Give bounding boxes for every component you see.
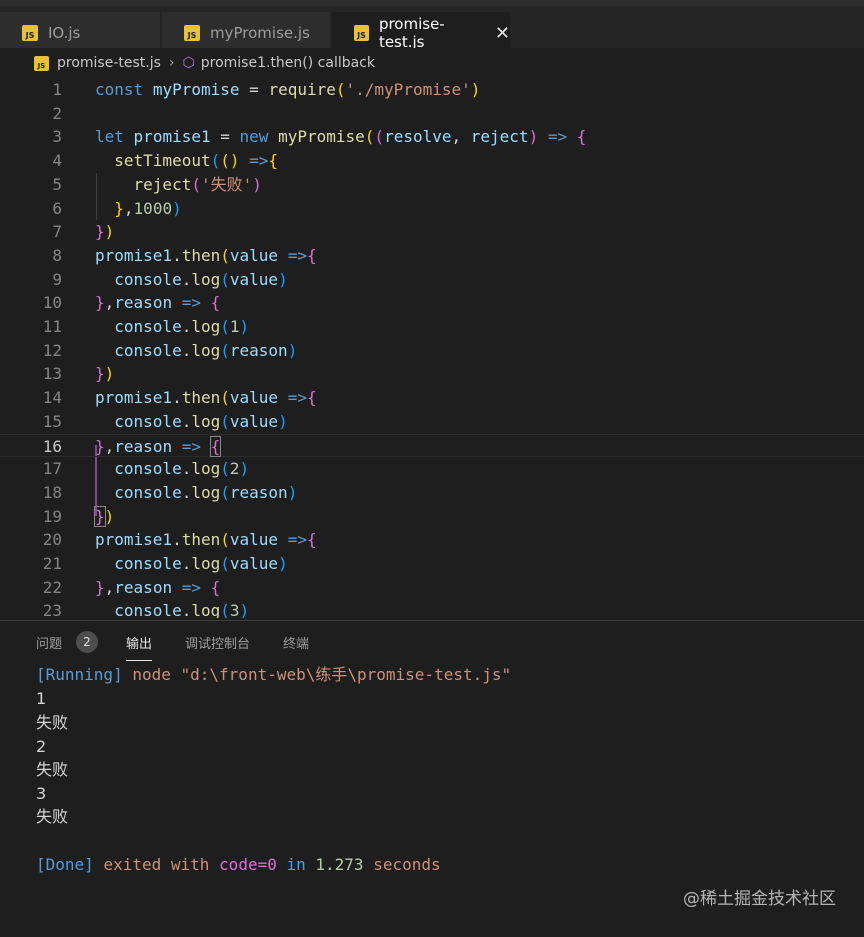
code-line: 13}): [42, 364, 115, 384]
output-line: 2: [36, 737, 47, 756]
tab-label: myPromise.js: [210, 24, 310, 42]
code-line: 1 const myPromise = require('./myPromise'…: [52, 80, 481, 99]
output-done-line: [Done] exited with code=0 in 1.273 secon…: [36, 855, 441, 874]
js-file-icon: JS: [184, 25, 200, 41]
code-line: 3 let promise1 = new myPromise((resolve, …: [52, 127, 587, 147]
running-tag: [Running]: [36, 665, 123, 684]
code-line: 23 console.log(3): [42, 601, 250, 618]
code-editor[interactable]: 1 const myPromise = require('./myPromise'…: [0, 78, 864, 618]
tab-label: IO.js: [48, 24, 81, 42]
code-line: 12 console.log(reason): [42, 340, 298, 360]
code-line: 11 console.log(1): [42, 317, 250, 336]
output-line: 失败: [36, 760, 69, 779]
code-line: 17 console.log(2): [42, 459, 250, 479]
breadcrumb-file[interactable]: promise-test.js: [57, 55, 161, 71]
output-line: 失败: [36, 713, 69, 732]
panel-tab-bar: 问题 2 输出 调试控制台 终端: [0, 621, 864, 661]
problem-count-badge: 2: [76, 631, 98, 653]
code-line: 7}): [52, 222, 115, 242]
output-line: 1: [36, 689, 47, 708]
code-line: 22},reason => {: [42, 577, 221, 597]
js-file-icon: JS: [22, 25, 38, 41]
code-line: 4 setTimeout(() =>{: [52, 151, 279, 171]
output-running-line: [Running] node "d:\front-web\练手\promise-…: [36, 663, 511, 687]
output-line: 3: [36, 784, 47, 803]
tab-terminal[interactable]: 终端: [283, 633, 309, 652]
code-line: 21 console.log(value): [42, 554, 288, 573]
chevron-right-icon: ›: [168, 55, 175, 71]
js-file-icon: JS: [34, 55, 49, 71]
code-line: 8 promise1.then(value =>{: [52, 245, 317, 265]
breadcrumb: JS promise-test.js › ⬡ promise1.then() c…: [0, 48, 864, 78]
code-line: 19}): [42, 505, 115, 527]
code-line: 18 console.log(reason): [42, 482, 298, 502]
code-line: 2: [52, 103, 62, 123]
method-symbol-icon: ⬡: [182, 55, 195, 71]
code-line: 15 console.log(value): [42, 411, 288, 431]
breadcrumb-symbol[interactable]: promise1.then() callback: [201, 55, 375, 71]
code-line: 14 promise1.then(value =>{: [42, 388, 317, 408]
watermark: @稀土掘金技术社区: [683, 889, 836, 909]
running-command: node "d:\front-web\练手\promise-test.js": [132, 665, 512, 684]
tab-problems[interactable]: 问题: [36, 633, 62, 652]
editor-tab-bar: JS IO.js JS myPromise.js JS promise-test…: [0, 0, 864, 54]
code-line: 6 },1000): [52, 198, 182, 218]
code-line-current: 16},reason => {: [0, 433, 864, 458]
code-line: 5 reject('失败'): [52, 174, 262, 194]
js-file-icon: JS: [354, 25, 369, 41]
done-tag: [Done]: [36, 855, 94, 874]
output-line: 失败: [36, 807, 69, 826]
tab-output[interactable]: 输出: [126, 633, 153, 661]
code-line: 9 console.log(value): [52, 269, 288, 289]
tab-debug-console[interactable]: 调试控制台: [185, 633, 250, 652]
code-line: 20 promise1.then(value =>{: [42, 530, 317, 550]
tab-label: promise-test.js: [378, 15, 445, 51]
close-icon[interactable]: ✕: [495, 23, 510, 44]
code-line: 10},reason => {: [42, 293, 221, 313]
